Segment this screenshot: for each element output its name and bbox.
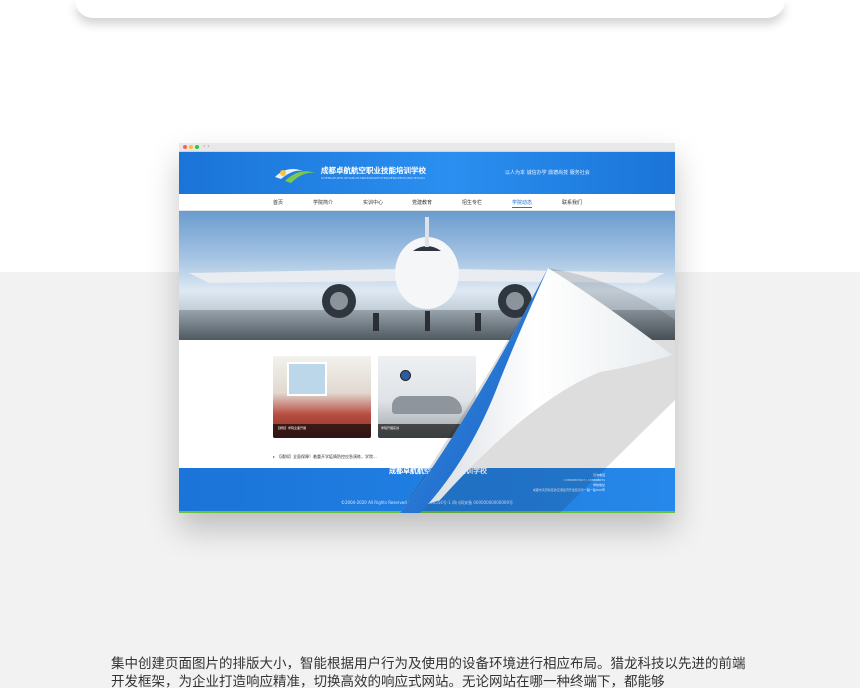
bullet-icon: ▸ [273, 454, 276, 459]
nav-contact[interactable]: 联系我们 [562, 199, 582, 206]
description-text: 集中创建页面图片的排版大小，智能根据用户行为及使用的设备环境进行相应布局。猎龙科… [111, 656, 746, 690]
browser-toolbar: ‹ › [179, 143, 675, 152]
footer-accent-line [179, 511, 675, 513]
site-header: 成都卓航航空职业技能培训学校 CHENGDUZHUOHANGHANGKONGZH… [179, 152, 675, 194]
contact-line: 成都市天府新区航空港经济开发区双华一路一段XXX号 [532, 488, 605, 492]
top-card-shadow [75, 0, 785, 18]
footer-school-name: 成都卓航航空职业技能培训学校 [389, 467, 487, 475]
footer-contact: 咨询电话 13880807007 / 13880807x 学校地址 成都市天府新… [485, 473, 605, 493]
school-slogan: 以人为本 诚信办学 鼎德尚技 服务社会 [505, 170, 590, 176]
airplane-banner [179, 211, 675, 340]
school-logo-icon [275, 169, 315, 183]
airplane-icon [189, 217, 665, 331]
footer-copyright: ©2004-2020 All Rights Reserved 蜀ICP备1509… [341, 500, 513, 505]
news-image-1[interactable]: 【通知】学院全面开展 [273, 356, 371, 438]
nav-arrows-icon: ‹ › [203, 143, 210, 150]
car [392, 396, 462, 414]
window [287, 362, 327, 396]
nav-about[interactable]: 学院简介 [313, 199, 333, 206]
news-image-caption: 学院开展实训 [378, 424, 476, 438]
nav-training[interactable]: 实训中心 [363, 199, 383, 206]
nav-enrollment[interactable]: 招生专栏 [462, 199, 482, 206]
nav-home[interactable]: 首页 [273, 199, 283, 206]
school-name-en: CHENGDUZHUOHANGHANGKONGZHIYEJINENGPEIXUN… [321, 176, 425, 180]
school-name: 成都卓航航空职业技能培训学校 [321, 166, 426, 175]
bmw-logo-icon [400, 370, 411, 381]
nav-party[interactable]: 党建教育 [412, 199, 432, 206]
minimize-dot-icon [189, 145, 193, 149]
news-image-2[interactable]: 学院开展实训 [378, 356, 476, 438]
site-nav: 首页 学院简介 实训中心 党建教育 招生专栏 学院动态 联系我们 [179, 195, 675, 211]
news-image-caption: 【通知】学院全面开展 [273, 424, 371, 438]
maximize-dot-icon [195, 145, 199, 149]
website-mockup: ‹ › 成都卓航航空职业技能培训学校 CHENGDUZHUOHANGHANGKO… [179, 143, 675, 513]
nav-news[interactable]: 学院动态 [512, 199, 533, 208]
list-item-text: 【通知】全面保障！着重开学疫情防控应急演练，学院... [277, 454, 377, 459]
close-dot-icon [183, 145, 187, 149]
